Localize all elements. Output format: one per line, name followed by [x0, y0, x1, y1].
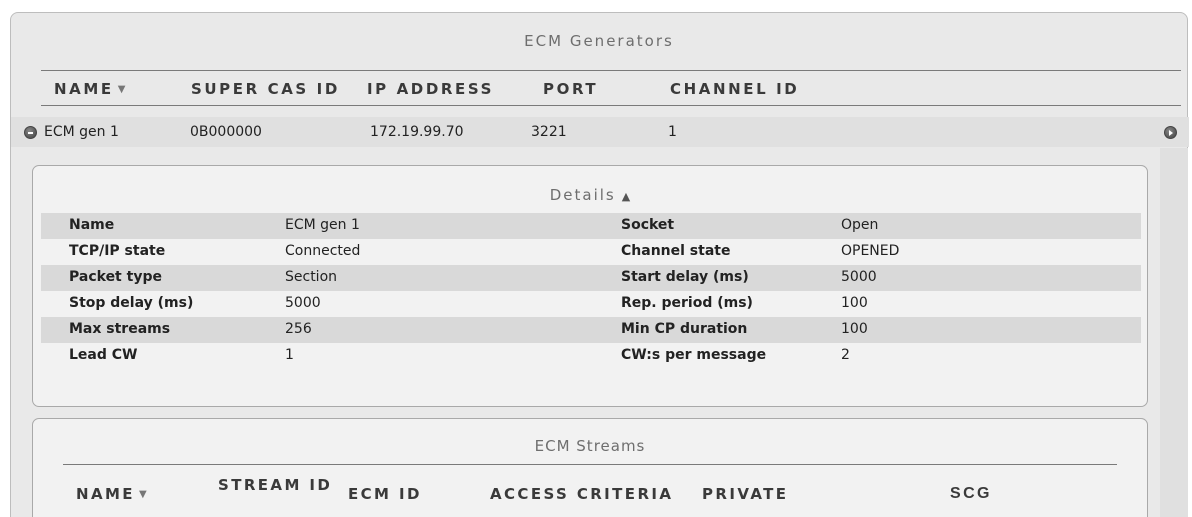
streams-column-header-scg[interactable]: SCG: [950, 485, 992, 503]
generator-channel-id: 1: [668, 124, 677, 140]
sort-down-caret-icon: ▼: [117, 84, 126, 95]
streams-column-header-ecm-id[interactable]: ECM ID: [348, 485, 422, 503]
column-header-ip-address[interactable]: IP ADDRESS: [367, 80, 494, 98]
row-scroll-edge: [1160, 148, 1188, 517]
details-row: Stop delay (ms) 5000 Rep. period (ms) 10…: [69, 295, 868, 311]
expand-arrow-icon[interactable]: [1164, 126, 1177, 139]
details-row: Max streams 256 Min CP duration 100: [41, 317, 1141, 343]
generator-name: ECM gen 1: [44, 124, 119, 140]
column-header-port[interactable]: PORT: [543, 80, 598, 98]
column-header-super-cas-id[interactable]: SUPER CAS ID: [191, 80, 340, 98]
details-row: Lead CW 1 CW:s per message 2: [69, 347, 850, 363]
details-row: Name ECM gen 1 Socket Open: [41, 213, 1141, 239]
column-header-name[interactable]: NAME ▼: [54, 80, 125, 98]
generator-row[interactable]: [11, 117, 1189, 147]
generator-ip-address: 172.19.99.70: [370, 124, 464, 140]
streams-column-header-name[interactable]: NAME ▼: [76, 485, 147, 503]
streams-column-header-access-criteria[interactable]: ACCESS CRITERIA: [490, 485, 673, 503]
collapse-minus-icon[interactable]: [24, 126, 37, 139]
header-bottom-divider: [41, 105, 1181, 106]
chevron-up-icon: ▲: [621, 190, 631, 203]
details-toggle[interactable]: Details ▲: [33, 186, 1147, 204]
header-top-divider: [41, 70, 1181, 71]
streams-column-header-stream-id[interactable]: STREAM ID: [218, 472, 330, 498]
generator-super-cas-id: 0B000000: [190, 124, 262, 140]
details-panel: Details ▲ Name ECM gen 1 Socket Open TCP/…: [32, 165, 1148, 407]
streams-title: ECM Streams: [534, 437, 646, 455]
streams-header-divider: [63, 464, 1117, 465]
column-header-channel-id[interactable]: CHANNEL ID: [670, 80, 799, 98]
details-row: TCP/IP state Connected Channel state OPE…: [69, 243, 900, 259]
panel-title: ECM Generators: [524, 32, 674, 50]
generator-port: 3221: [531, 124, 567, 140]
details-row: Packet type Section Start delay (ms) 500…: [41, 265, 1141, 291]
streams-column-header-private[interactable]: PRIVATE: [702, 485, 788, 503]
sort-down-caret-icon: ▼: [138, 489, 147, 500]
